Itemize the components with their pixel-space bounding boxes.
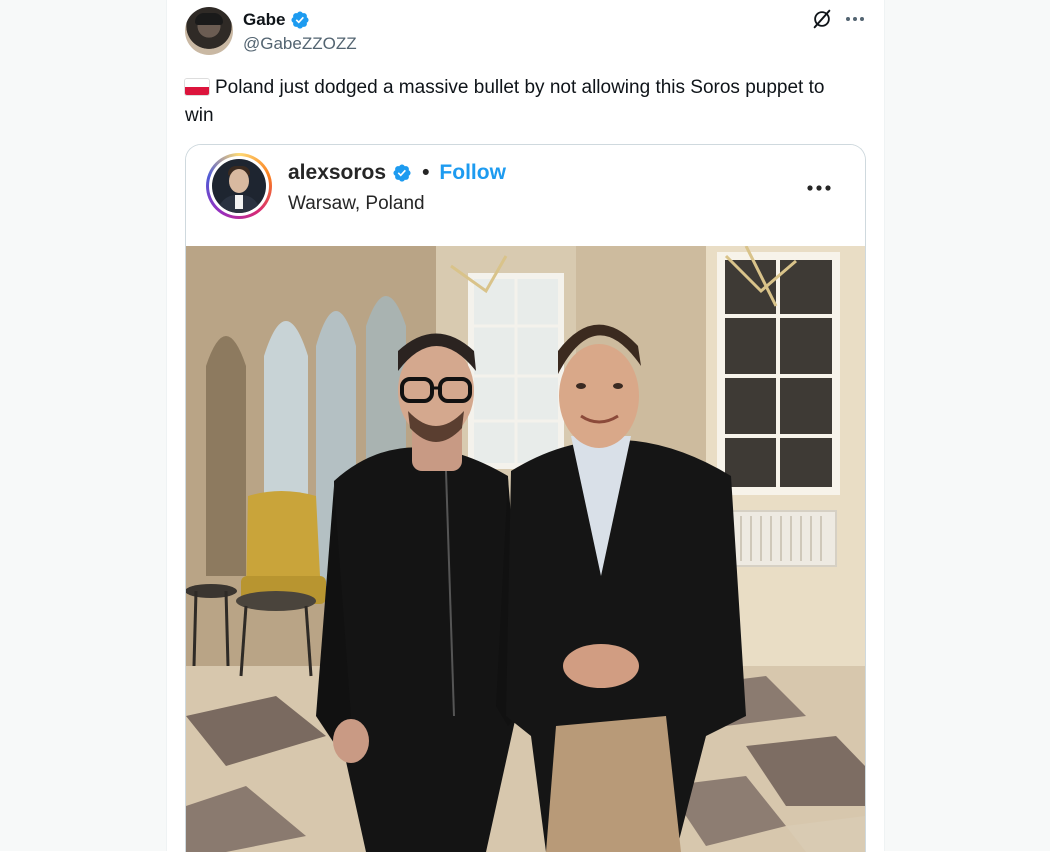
- author-name[interactable]: Gabe: [243, 10, 286, 30]
- post-photo[interactable]: [186, 246, 865, 852]
- instagram-more-icon[interactable]: [804, 176, 834, 200]
- tweet-body: Poland just dodged a massive bullet by n…: [185, 77, 824, 126]
- author-avatar[interactable]: [185, 7, 233, 55]
- instagram-post-header: alexsoros • Follow Warsaw, Poland: [186, 145, 865, 246]
- right-gutter: [884, 0, 1050, 851]
- tweet[interactable]: Gabe @GabeZZOZZ Poland just dodged a mas…: [167, 0, 884, 851]
- verified-badge-icon: [290, 10, 310, 30]
- follow-button[interactable]: Follow: [439, 161, 506, 185]
- instagram-verified-icon: [392, 163, 412, 183]
- instagram-avatar[interactable]: [212, 159, 266, 213]
- location-label[interactable]: Warsaw, Poland: [288, 193, 425, 215]
- poland-flag-icon: [185, 79, 209, 95]
- instagram-username-row: alexsoros • Follow: [288, 161, 506, 185]
- instagram-username[interactable]: alexsoros: [288, 161, 386, 185]
- story-ring: [206, 153, 272, 219]
- more-options-icon[interactable]: [843, 8, 867, 30]
- author-handle[interactable]: @GabeZZOZZ: [243, 34, 357, 54]
- separator-dot: •: [422, 161, 429, 185]
- left-gutter: [0, 0, 167, 851]
- author-name-row[interactable]: Gabe: [243, 10, 310, 30]
- tweet-text: Poland just dodged a massive bullet by n…: [185, 74, 845, 130]
- embedded-instagram-post[interactable]: alexsoros • Follow Warsaw, Poland: [185, 144, 866, 852]
- grok-icon[interactable]: [811, 8, 833, 30]
